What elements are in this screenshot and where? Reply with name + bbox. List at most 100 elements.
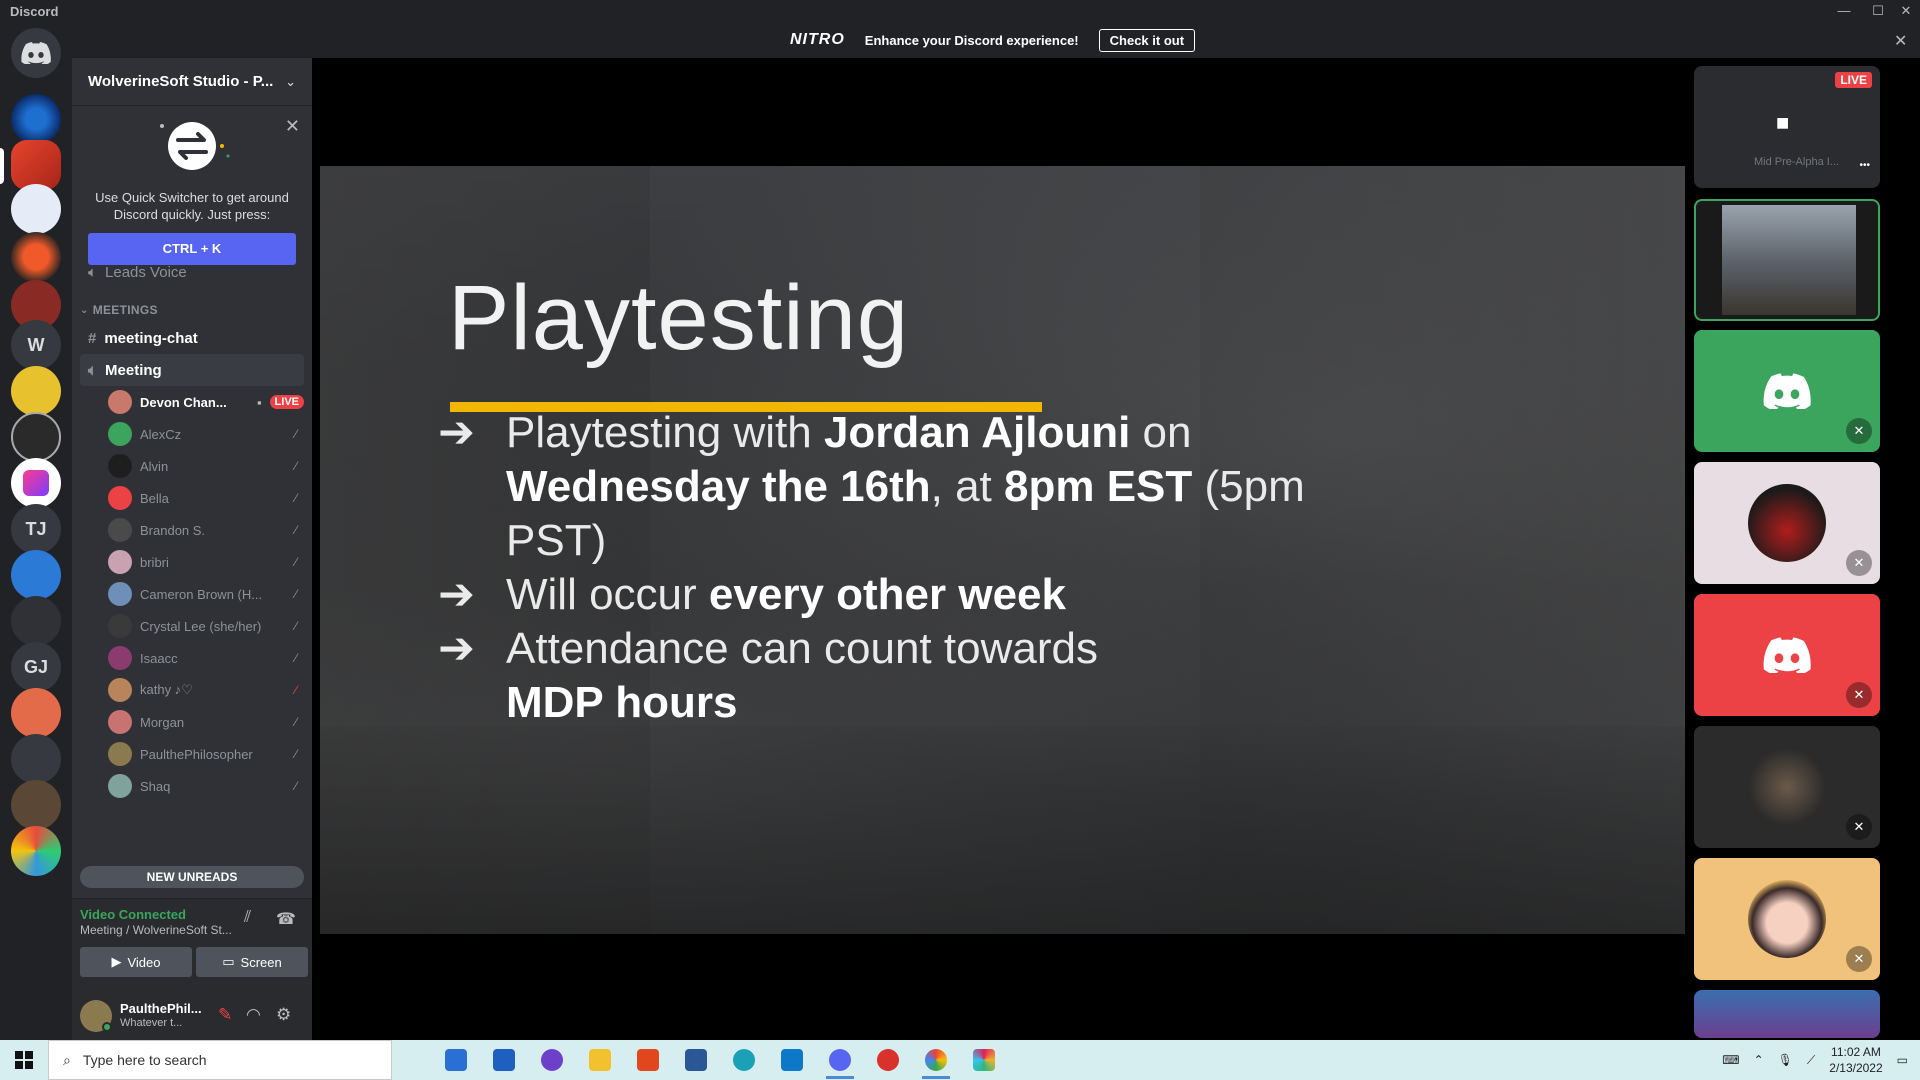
screen-share-button[interactable]: ▭ Screen (196, 947, 308, 977)
user-panel: PaulthePhil... Whatever t... ✎ ◠ ⚙ (72, 991, 312, 1041)
video-button[interactable]: ▶ Video (80, 947, 192, 977)
headphones-icon[interactable]: ◠ (246, 1005, 261, 1025)
vscode-icon[interactable] (768, 1040, 816, 1080)
discord-taskbar-icon[interactable] (816, 1040, 864, 1080)
tile-participant-red[interactable]: ✕ (1694, 594, 1880, 716)
server-icon-16[interactable] (11, 780, 61, 830)
muted-mic-icon: ⁄ (294, 683, 297, 697)
tile-stream-preview[interactable]: LIVE ■ Mid Pre-Alpha I... ••• (1694, 66, 1880, 188)
voice-member[interactable]: Isaacc ⁄ (108, 642, 304, 674)
file-explorer-icon[interactable] (576, 1040, 624, 1080)
store-glyph (445, 1049, 467, 1071)
minimize-button[interactable]: — (1830, 2, 1858, 20)
muted-mic-icon: ⁄ (294, 619, 297, 633)
new-unreads-button[interactable]: NEW UNREADS (80, 866, 304, 888)
channel-meeting[interactable]: 🔈︎ Meeting (80, 354, 304, 386)
voice-member[interactable]: Morgan ⁄ (108, 706, 304, 738)
voice-member[interactable]: Shaq ⁄ (108, 770, 304, 802)
server-icon-14[interactable] (11, 688, 61, 738)
network-icon[interactable]: ⟋ (1807, 1053, 1815, 1068)
voice-member[interactable]: Bella ⁄ (108, 482, 304, 514)
muted-mic-icon: ✕ (1846, 550, 1872, 576)
bullet-text-part: on (1130, 408, 1192, 457)
server-icon-1[interactable] (11, 94, 61, 144)
voice-member[interactable]: Brandon S. ⁄ (108, 514, 304, 546)
arrow-icon: ➔ (438, 408, 475, 457)
bullet-text: Will occur every other week (506, 568, 1306, 622)
github-icon[interactable] (528, 1040, 576, 1080)
chevron-up-icon[interactable]: ⌃ (1754, 1053, 1764, 1067)
tile-participant-peach[interactable]: ✕ (1694, 858, 1880, 980)
voice-member[interactable]: kathy ♪♡ ⁄ (108, 674, 304, 706)
file-explorer-glyph (589, 1049, 611, 1071)
home-button[interactable] (11, 28, 61, 78)
keyboard-icon[interactable]: ⌨ (1722, 1053, 1739, 1067)
video-camera-icon: ■ (1776, 110, 1790, 135)
close-window-button[interactable]: ✕ (1892, 2, 1920, 20)
tile-participant-green[interactable]: ✕ (1694, 330, 1880, 452)
disconnect-call-icon[interactable]: ☎ (276, 909, 296, 929)
settings-gear-icon[interactable]: ⚙ (276, 1005, 291, 1025)
mail-icon[interactable] (480, 1040, 528, 1080)
microphone-icon[interactable]: 🎙︎ (1778, 1053, 1793, 1067)
category-meetings[interactable]: ⌄ MEETINGS (72, 298, 312, 322)
server-icon-8[interactable] (11, 412, 61, 462)
slack-icon[interactable] (960, 1040, 1008, 1080)
start-button[interactable] (0, 1040, 48, 1080)
voice-member[interactable]: Devon Chan... ▪ LIVE (108, 386, 304, 418)
noise-suppression-icon[interactable]: ⫽ (244, 909, 251, 927)
app-icon[interactable] (864, 1040, 912, 1080)
voice-member[interactable]: Crystal Lee (she/her) ⁄ (108, 610, 304, 642)
voice-member[interactable]: Cameron Brown (H... ⁄ (108, 578, 304, 610)
voice-member[interactable]: AlexCz ⁄ (108, 418, 304, 450)
server-icon-17[interactable] (11, 826, 61, 876)
member-name: Crystal Lee (she/her) (140, 618, 262, 634)
clock[interactable]: 11:02 AM 2/13/2022 (1829, 1044, 1882, 1076)
taskbar-search[interactable]: ⌕ Type here to search (48, 1040, 392, 1080)
server-icon-9[interactable] (11, 458, 61, 508)
server-icon-7[interactable] (11, 366, 61, 416)
tile-participant-blue[interactable] (1694, 990, 1880, 1038)
stream-caption: Mid Pre-Alpha I... (1754, 156, 1839, 168)
channel-label: Meeting (105, 361, 162, 379)
vscode-glyph (781, 1049, 803, 1071)
server-icon-3[interactable] (11, 184, 61, 234)
nitro-cta-button[interactable]: Check it out (1098, 28, 1196, 52)
server-icon-11[interactable] (11, 550, 61, 600)
voice-member[interactable]: PaulthePhilosopher ⁄ (108, 738, 304, 770)
tile-participant-pink[interactable]: ✕ (1694, 462, 1880, 584)
voice-location[interactable]: Meeting / WolverineSoft St... (80, 923, 232, 937)
channel-leads-voice[interactable]: 🔈︎ Leads Voice (80, 256, 304, 288)
server-icon-tj[interactable]: TJ (11, 504, 61, 554)
tile-camera-feed[interactable] (1694, 199, 1880, 321)
nitro-logo: NITRO (790, 31, 845, 48)
arrow-icon: ➔ (438, 624, 475, 673)
word-icon[interactable] (672, 1040, 720, 1080)
server-icon-4[interactable] (11, 232, 61, 282)
edge-icon[interactable] (720, 1040, 768, 1080)
bullet-text-bold: MDP hours (506, 678, 738, 727)
voice-member[interactable]: bribri ⁄ (108, 546, 304, 578)
office-icon[interactable] (624, 1040, 672, 1080)
nitro-close-icon[interactable]: ✕ (1894, 31, 1907, 51)
voice-member[interactable]: Alvin ⁄ (108, 450, 304, 482)
mute-mic-icon[interactable]: ✎ (218, 1005, 232, 1025)
store-icon[interactable] (432, 1040, 480, 1080)
participant-avatar (1748, 748, 1826, 826)
server-icon-15[interactable] (11, 734, 61, 784)
stream-stage[interactable]: Playtesting ➔ Playtesting with Jordan Aj… (312, 58, 1686, 1040)
tile-participant-dark[interactable]: ✕ (1694, 726, 1880, 848)
server-icon-gj[interactable]: GJ (11, 642, 61, 692)
server-icon-w[interactable]: W (11, 320, 61, 370)
more-options-icon[interactable]: ••• (1859, 160, 1870, 171)
maximize-button[interactable]: ☐ (1864, 2, 1892, 20)
server-header[interactable]: WolverineSoft Studio - P... ⌄ (72, 58, 312, 106)
user-status: Whatever t... (120, 1017, 183, 1029)
quick-switcher-close-icon[interactable]: ✕ (285, 116, 300, 137)
channel-meeting-chat[interactable]: # meeting-chat (80, 322, 304, 354)
server-icon-12[interactable] (11, 596, 61, 646)
clock-time: 11:02 AM (1831, 1045, 1881, 1059)
server-icon-2[interactable] (11, 140, 61, 190)
notifications-icon[interactable]: ▭ (1897, 1053, 1908, 1067)
chrome-icon[interactable] (912, 1040, 960, 1080)
